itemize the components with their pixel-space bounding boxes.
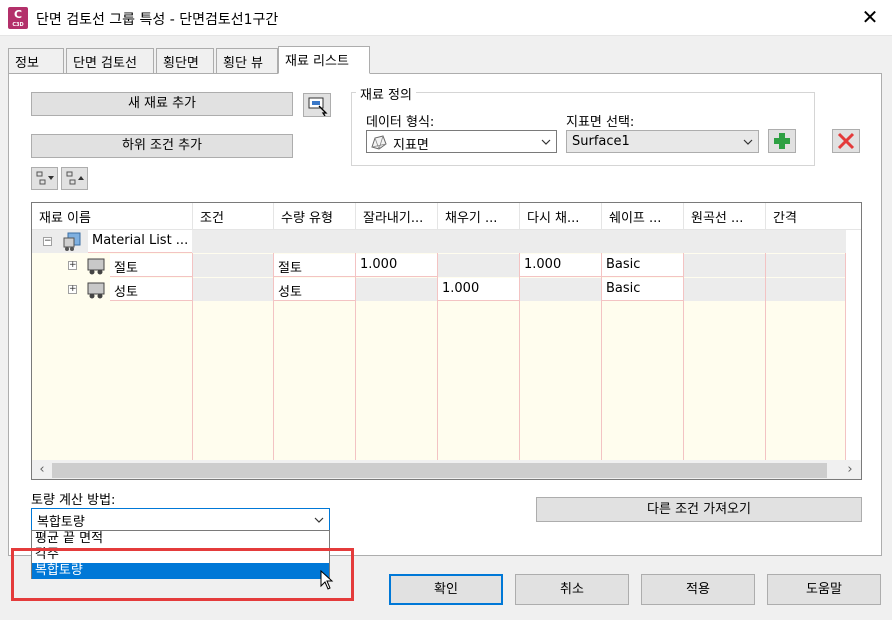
horizontal-scrollbar[interactable]: ‹ › [32, 460, 861, 479]
interval-cell [766, 254, 845, 277]
delete-icon [837, 132, 855, 150]
fill-factor-cell[interactable]: 1.000 [438, 278, 519, 301]
interval-cell [766, 278, 845, 301]
move-up-icon [66, 171, 84, 185]
material-icon [87, 282, 105, 299]
column-header-refill[interactable]: 다시 채... [520, 203, 602, 229]
tab-sections[interactable]: 횡단면 [156, 48, 214, 74]
fill-factor-cell [438, 254, 519, 277]
condition-cell [193, 254, 273, 277]
curve-correction-cell [684, 254, 765, 277]
app-icon: C C3D [8, 7, 28, 29]
app-icon-sub: C3D [12, 22, 24, 28]
column-header-interval[interactable]: 간격 [766, 203, 861, 229]
cut-factor-cell [356, 278, 437, 301]
move-up-button[interactable] [61, 167, 88, 190]
cut-factor-cell[interactable]: 1.000 [356, 254, 437, 277]
pick-from-drawing-button[interactable] [303, 93, 331, 117]
volume-method-label: 토량 계산 방법: [31, 493, 116, 508]
column-header-material-name[interactable]: 재료 이름 [32, 203, 193, 229]
add-material-button[interactable]: 새 재료 추가 [31, 92, 293, 116]
refill-factor-cell[interactable]: 1.000 [520, 254, 601, 277]
surface-select[interactable]: Surface1 [566, 130, 759, 153]
column-header-quantity-type[interactable]: 수량 유형 [274, 203, 356, 229]
mouse-cursor-icon [320, 570, 334, 590]
move-down-icon [36, 171, 54, 185]
scroll-left-icon[interactable]: ‹ [34, 463, 50, 478]
column-header-cut[interactable]: 잘라내기... [356, 203, 438, 229]
tab-material-list[interactable]: 재료 리스트 [278, 46, 370, 74]
tab-sample-lines[interactable]: 단면 검토선 [66, 48, 154, 74]
move-down-button[interactable] [31, 167, 58, 190]
add-subcriteria-button[interactable]: 하위 조건 추가 [31, 134, 293, 158]
pick-drawing-icon [308, 97, 328, 117]
scrollbar-thumb[interactable] [52, 463, 827, 478]
column-header-shape[interactable]: 쉐이프 ... [602, 203, 684, 229]
delete-button[interactable] [832, 129, 860, 153]
window-title: 단면 검토선 그룹 특성 - 단면검토선1구간 [36, 12, 279, 28]
chevron-down-icon [541, 139, 551, 145]
surface-select-label: 지표면 선택: [566, 115, 635, 130]
condition-cell [193, 278, 273, 301]
material-list-icon [63, 232, 81, 251]
scroll-right-icon[interactable]: › [842, 463, 858, 478]
close-icon[interactable]: ✕ [858, 5, 882, 29]
volume-method-value: 복합토량 [37, 515, 85, 530]
volume-method-select[interactable]: 복합토량 [31, 508, 330, 531]
chevron-down-icon [314, 517, 324, 523]
data-type-value: 지표면 [393, 138, 429, 153]
surface-select-value: Surface1 [572, 134, 630, 149]
quantity-type-cell[interactable]: 성토 [274, 278, 355, 301]
title-bar: C C3D 단면 검토선 그룹 특성 - 단면검토선1구간 ✕ [0, 0, 892, 36]
material-list-grid[interactable]: 재료 이름 조건 수량 유형 잘라내기... 채우기 ... 다시 채... 쉐… [31, 202, 862, 480]
ok-button[interactable]: 확인 [389, 574, 503, 605]
help-button[interactable]: 도움말 [767, 574, 881, 605]
column-header-condition[interactable]: 조건 [193, 203, 274, 229]
add-criteria-button[interactable] [768, 129, 796, 153]
material-name: 절토 [110, 254, 192, 277]
app-icon-letter: C [13, 8, 23, 21]
import-criteria-button[interactable]: 다른 조건 가져오기 [536, 497, 862, 522]
expand-icon[interactable]: + [68, 261, 77, 270]
plus-icon [774, 133, 790, 149]
data-type-label: 데이터 형식: [366, 115, 435, 130]
apply-button[interactable]: 적용 [641, 574, 755, 605]
curve-correction-cell [684, 278, 765, 301]
dropdown-option-average-end-area[interactable]: 평균 끝 면적 [32, 531, 329, 547]
material-definition-legend: 재료 정의 [356, 84, 416, 103]
data-type-select[interactable]: 지표면 [366, 130, 557, 153]
table-row[interactable]: + 절토 절토 1.000 1.000 Basic [32, 254, 846, 278]
column-header-fill[interactable]: 채우기 ... [438, 203, 520, 229]
column-header-curve[interactable]: 원곡선 ... [684, 203, 766, 229]
refill-factor-cell [520, 278, 601, 301]
table-row[interactable]: + 성토 성토 1.000 Basic [32, 278, 846, 302]
material-icon [87, 258, 105, 275]
root-label: Material List ... [88, 230, 192, 253]
surface-icon [371, 135, 387, 150]
quantity-type-cell[interactable]: 절토 [274, 254, 355, 277]
table-row-root[interactable]: − Material List ... [32, 230, 846, 254]
collapse-icon[interactable]: − [43, 237, 52, 246]
tab-section-views[interactable]: 횡단 뷰 [216, 48, 278, 74]
cancel-button[interactable]: 취소 [515, 574, 629, 605]
shape-style-cell[interactable]: Basic [602, 278, 683, 301]
tab-info[interactable]: 정보 [8, 48, 64, 74]
annotation-highlight-box [11, 548, 354, 601]
shape-style-cell[interactable]: Basic [602, 254, 683, 277]
chevron-down-icon [743, 139, 753, 145]
expand-icon[interactable]: + [68, 285, 77, 294]
material-name: 성토 [110, 278, 192, 301]
